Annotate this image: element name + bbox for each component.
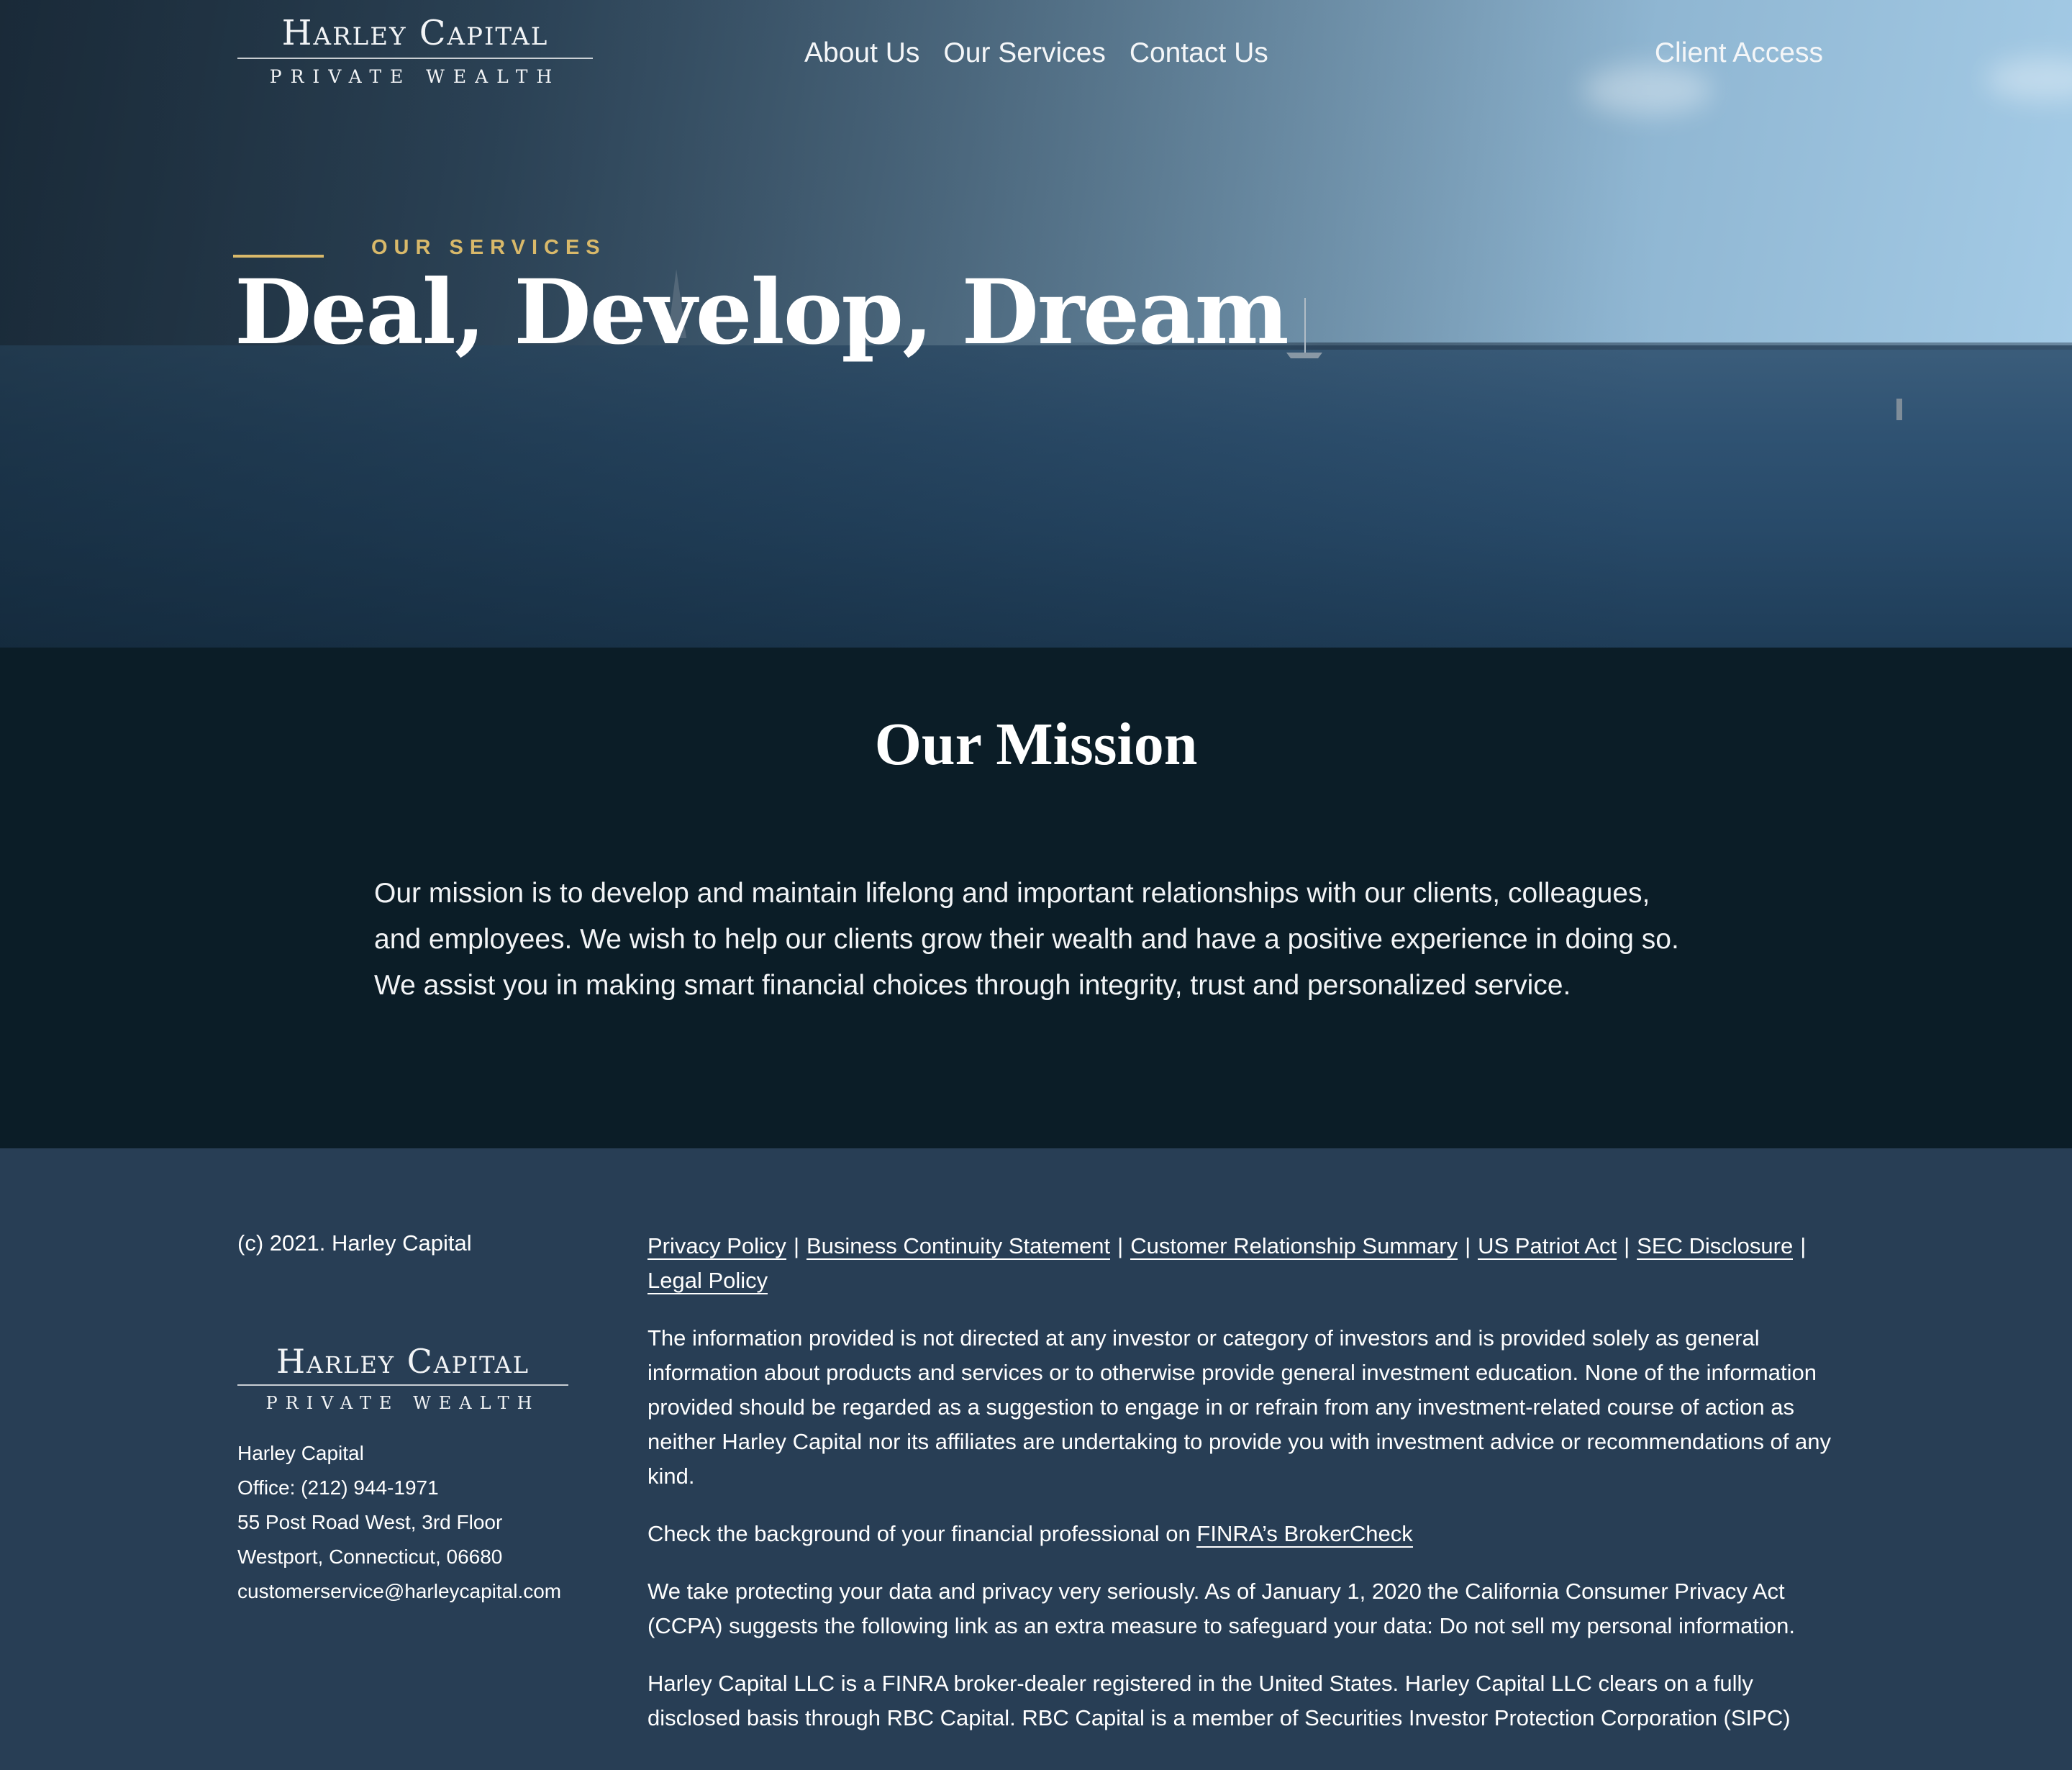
legal-policy-link[interactable]: Legal Policy [648, 1268, 768, 1294]
footer-links: Privacy Policy | Business Continuity State… [648, 1229, 1835, 1298]
brand-logo[interactable]: Harley Capital PRIVATE WEALTH [237, 13, 593, 87]
finra-text: Harley Capital LLC is a FINRA broker-dea… [648, 1671, 1791, 1730]
mission-text: Our mission is to develop and maintain l… [374, 878, 1679, 1001]
hero-title: Deal, Develop, Dream [235, 260, 1289, 365]
brokercheck-prefix: Check the background of your financial p… [648, 1521, 1197, 1546]
logo-tagline: PRIVATE WEALTH [265, 1393, 540, 1413]
customer-relationship-summary-link[interactable]: Customer Relationship Summary [1130, 1233, 1458, 1260]
contact-phone[interactable]: Office: (212) 944-1971 [237, 1471, 561, 1505]
brokercheck-link[interactable]: FINRA’s BrokerCheck [1196, 1521, 1413, 1548]
business-continuity-link[interactable]: Business Continuity Statement [806, 1233, 1111, 1260]
link-separator: | [1465, 1233, 1471, 1258]
privacy-policy-link[interactable]: Privacy Policy [648, 1233, 786, 1260]
contact-address-line1: 55 Post Road West, 3rd Floor [237, 1511, 503, 1533]
brokercheck-text: Check the background of your financial p… [648, 1517, 1835, 1551]
main-nav: About Us Our Services Contact Us [804, 32, 1268, 75]
disclaimer-text: The information provided is not directed… [648, 1325, 1831, 1489]
eyebrow-rule [233, 255, 324, 258]
footer-legal: Privacy Policy | Business Continuity State… [648, 1229, 1835, 1758]
contact-name: Harley Capital [237, 1442, 364, 1464]
privacy-text: We take protecting your data and privacy… [648, 1579, 1795, 1638]
hero-eyebrow: OUR SERVICES [371, 236, 606, 259]
client-access-link[interactable]: Client Access [1655, 32, 1823, 75]
logo-title: Harley Capital [281, 13, 549, 53]
footer-logo[interactable]: Harley Capital PRIVATE WEALTH [237, 1343, 568, 1413]
us-patriot-act-link[interactable]: US Patriot Act [1478, 1233, 1617, 1260]
nav-our-services[interactable]: Our Services [943, 32, 1105, 75]
hero-section: Harley Capital PRIVATE WEALTH About Us O… [0, 0, 2072, 648]
nav-contact-us[interactable]: Contact Us [1130, 32, 1268, 75]
logo-divider [237, 58, 593, 59]
logo-tagline: PRIVATE WEALTH [269, 66, 561, 87]
contact-info: Harley Capital Office: (212) 944-1971 55… [237, 1436, 561, 1609]
link-separator: | [1800, 1233, 1807, 1258]
mission-title: Our Mission [874, 711, 1198, 778]
contact-email[interactable]: customerservice@harleycapital.com [237, 1574, 561, 1609]
site-footer: (c) 2021. Harley Capital Harley Capital … [0, 1148, 2072, 1770]
link-separator: | [1624, 1233, 1630, 1258]
logo-title: Harley Capital [276, 1342, 530, 1381]
contact-address-line2: Westport, Connecticut, 06680 [237, 1546, 503, 1568]
mission-section: Our Mission Our mission is to develop an… [0, 648, 2072, 1148]
link-separator: | [1117, 1233, 1124, 1258]
sec-disclosure-link[interactable]: SEC Disclosure [1637, 1233, 1794, 1260]
link-separator: | [793, 1233, 799, 1258]
nav-about-us[interactable]: About Us [804, 32, 919, 75]
page: Harley Capital PRIVATE WEALTH About Us O… [0, 0, 2072, 1770]
copyright-text: (c) 2021. Harley Capital [237, 1230, 472, 1256]
logo-divider [237, 1384, 568, 1386]
